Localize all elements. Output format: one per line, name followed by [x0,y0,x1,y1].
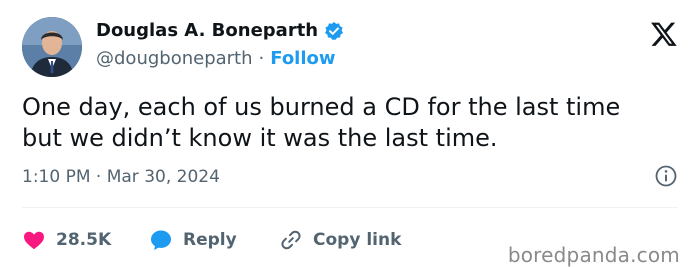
avatar[interactable] [22,17,82,77]
tweet-timestamp[interactable]: 1:10 PM · Mar 30, 2024 [22,167,220,187]
handle-separator: · [258,48,265,69]
tweet-text: One day, each of us burned a CD for the … [22,93,621,152]
watermark: boredpanda.com [507,243,680,267]
author-display-name[interactable]: Douglas A. Boneparth [96,20,318,41]
follow-button[interactable]: Follow [270,48,335,69]
info-icon[interactable] [654,164,678,188]
divider [22,207,678,208]
like-count: 28.5K [56,230,112,250]
verified-badge-icon [324,21,344,41]
x-logo-icon[interactable] [650,20,678,48]
like-button[interactable]: 28.5K [22,228,111,252]
speech-bubble-icon [151,230,171,250]
copy-link-label: Copy link [313,230,402,250]
heart-icon [24,231,44,250]
reply-button[interactable]: Reply [149,228,237,252]
copy-link-button[interactable]: Copy link [279,228,401,252]
author-handle[interactable]: @dougboneparth [96,48,253,69]
author-name-row: Douglas A. Boneparth [96,20,344,41]
link-icon [281,230,301,250]
reply-label: Reply [183,230,237,250]
author-handle-row: @dougboneparth · Follow [96,48,336,69]
